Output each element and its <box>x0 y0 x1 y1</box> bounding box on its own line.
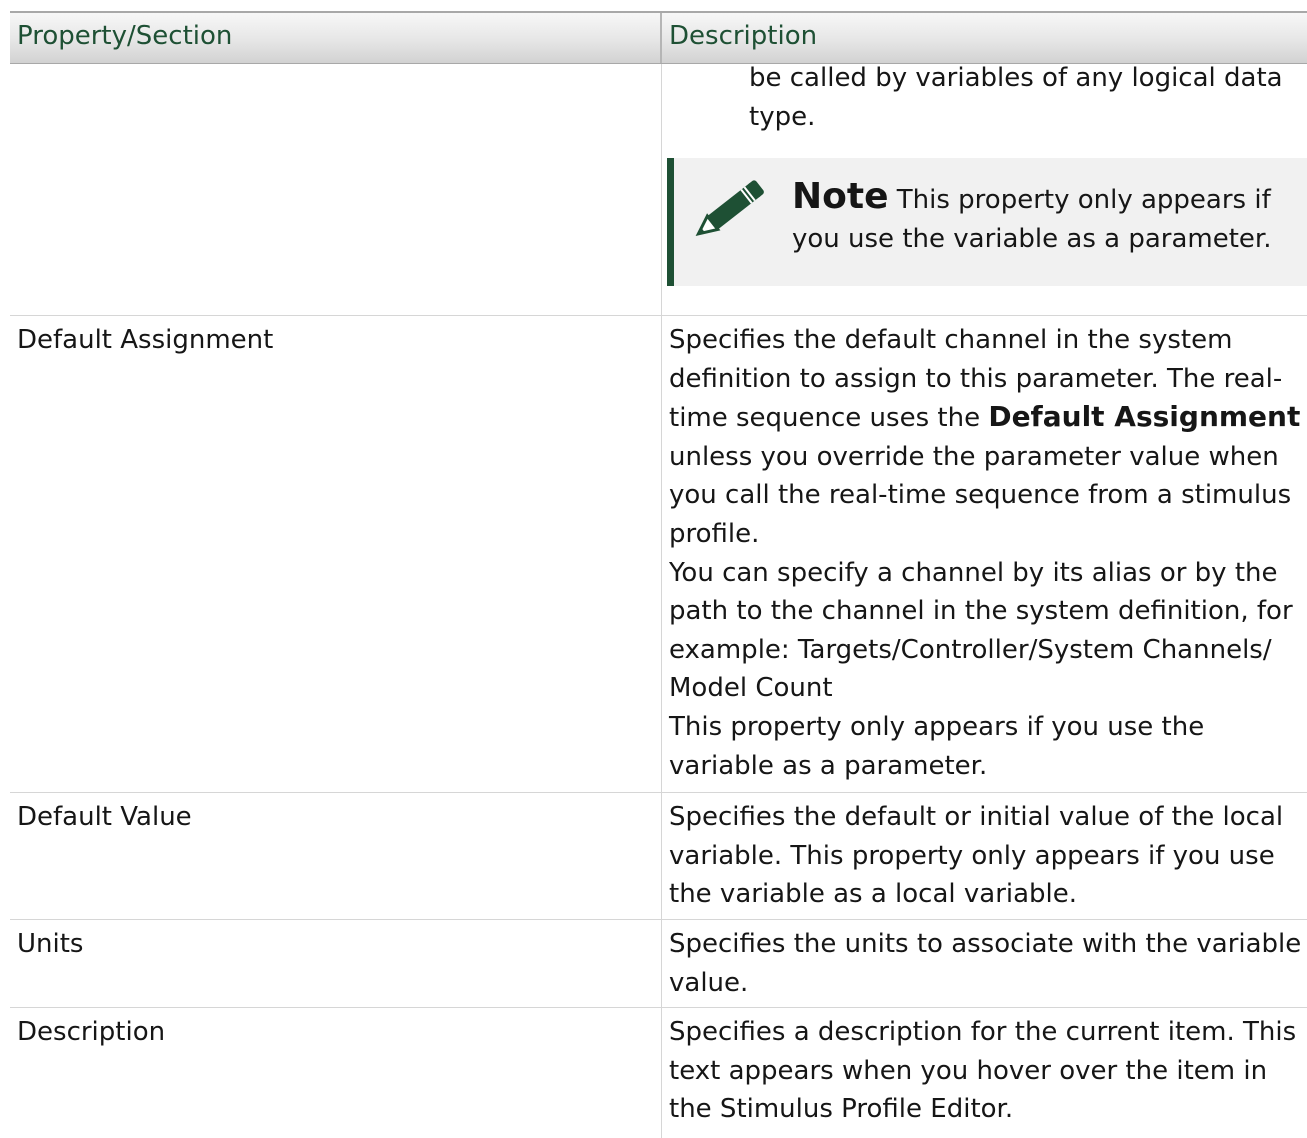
text-line: example: Targets/Controller/System Chann… <box>669 634 1272 665</box>
text-line: time sequence uses the Default Assignmen… <box>669 398 1307 438</box>
properties-table: Property/Section Description be called b… <box>10 11 1307 1138</box>
text-line: Specifies the units to associate with th… <box>669 929 1302 959</box>
property-cell <box>10 64 662 315</box>
text-line: type. <box>749 101 816 132</box>
text-line: Specifies the default channel in the sys… <box>669 325 1233 355</box>
text-line: path to the channel in the system defini… <box>669 596 1293 627</box>
property-cell: Description <box>10 1008 662 1138</box>
text-line: unless you override the parameter value … <box>669 441 1279 472</box>
text-line: value. <box>669 967 749 998</box>
text-line: definition to assign to this parameter. … <box>669 363 1283 394</box>
description-cell: Specifies the default or initial value o… <box>662 793 1307 919</box>
text-line: Specifies the default or initial value o… <box>669 802 1284 832</box>
table-row: Default Assignment Specifies the default… <box>10 316 1307 793</box>
property-cell: Default Value <box>10 793 662 919</box>
description-cell: be called by variables of any logical da… <box>662 63 1307 315</box>
text-line: variable. This property only appears if … <box>669 840 1275 871</box>
text-line: variable as a parameter. <box>669 750 988 781</box>
table-row: Units Specifies the units to associate w… <box>10 920 1307 1008</box>
note-line-2: you use the variable as a parameter. <box>792 223 1272 254</box>
text-line: You can specify a channel by its alias o… <box>669 557 1278 588</box>
pencil-icon <box>674 158 792 286</box>
header-property: Property/Section <box>10 13 662 63</box>
note-label: Note <box>792 176 889 218</box>
note-text: Note This property only appears if you u… <box>792 158 1272 286</box>
text-line: be called by variables of any logical da… <box>749 63 1283 93</box>
note-line-1: This property only appears if <box>888 185 1271 216</box>
description-cell: Specifies the default channel in the sys… <box>662 316 1307 792</box>
property-cell: Default Assignment <box>10 316 662 792</box>
table-row: Description Specifies a description for … <box>10 1008 1307 1138</box>
text-line: Model Count <box>669 673 833 704</box>
text-line: profile. <box>669 518 760 549</box>
text-line: the variable as a local variable. <box>669 879 1078 910</box>
note-callout: Note This property only appears if you u… <box>667 158 1307 287</box>
header-description: Description <box>669 21 818 51</box>
property-cell: Units <box>10 920 662 1007</box>
table-header: Property/Section Description <box>10 11 1307 64</box>
bold-term: Default Assignment <box>988 400 1301 434</box>
table-row-continued: be called by variables of any logical da… <box>10 63 1307 316</box>
text-line: Specifies a description for the current … <box>669 1017 1297 1047</box>
table-row: Default Value Specifies the default or i… <box>10 793 1307 920</box>
text-line: the Stimulus Profile Editor. <box>669 1094 1014 1125</box>
inline-prefix: time sequence uses the <box>669 403 989 434</box>
text-line: text appears when you hover over the ite… <box>669 1055 1268 1086</box>
text-line: you call the real-time sequence from a s… <box>669 480 1292 511</box>
text-line: This property only appears if you use th… <box>669 711 1205 742</box>
continued-text: be called by variables of any logical da… <box>669 59 1307 136</box>
description-cell: Specifies a description for the current … <box>662 1008 1307 1138</box>
description-cell: Specifies the units to associate with th… <box>662 920 1307 1007</box>
